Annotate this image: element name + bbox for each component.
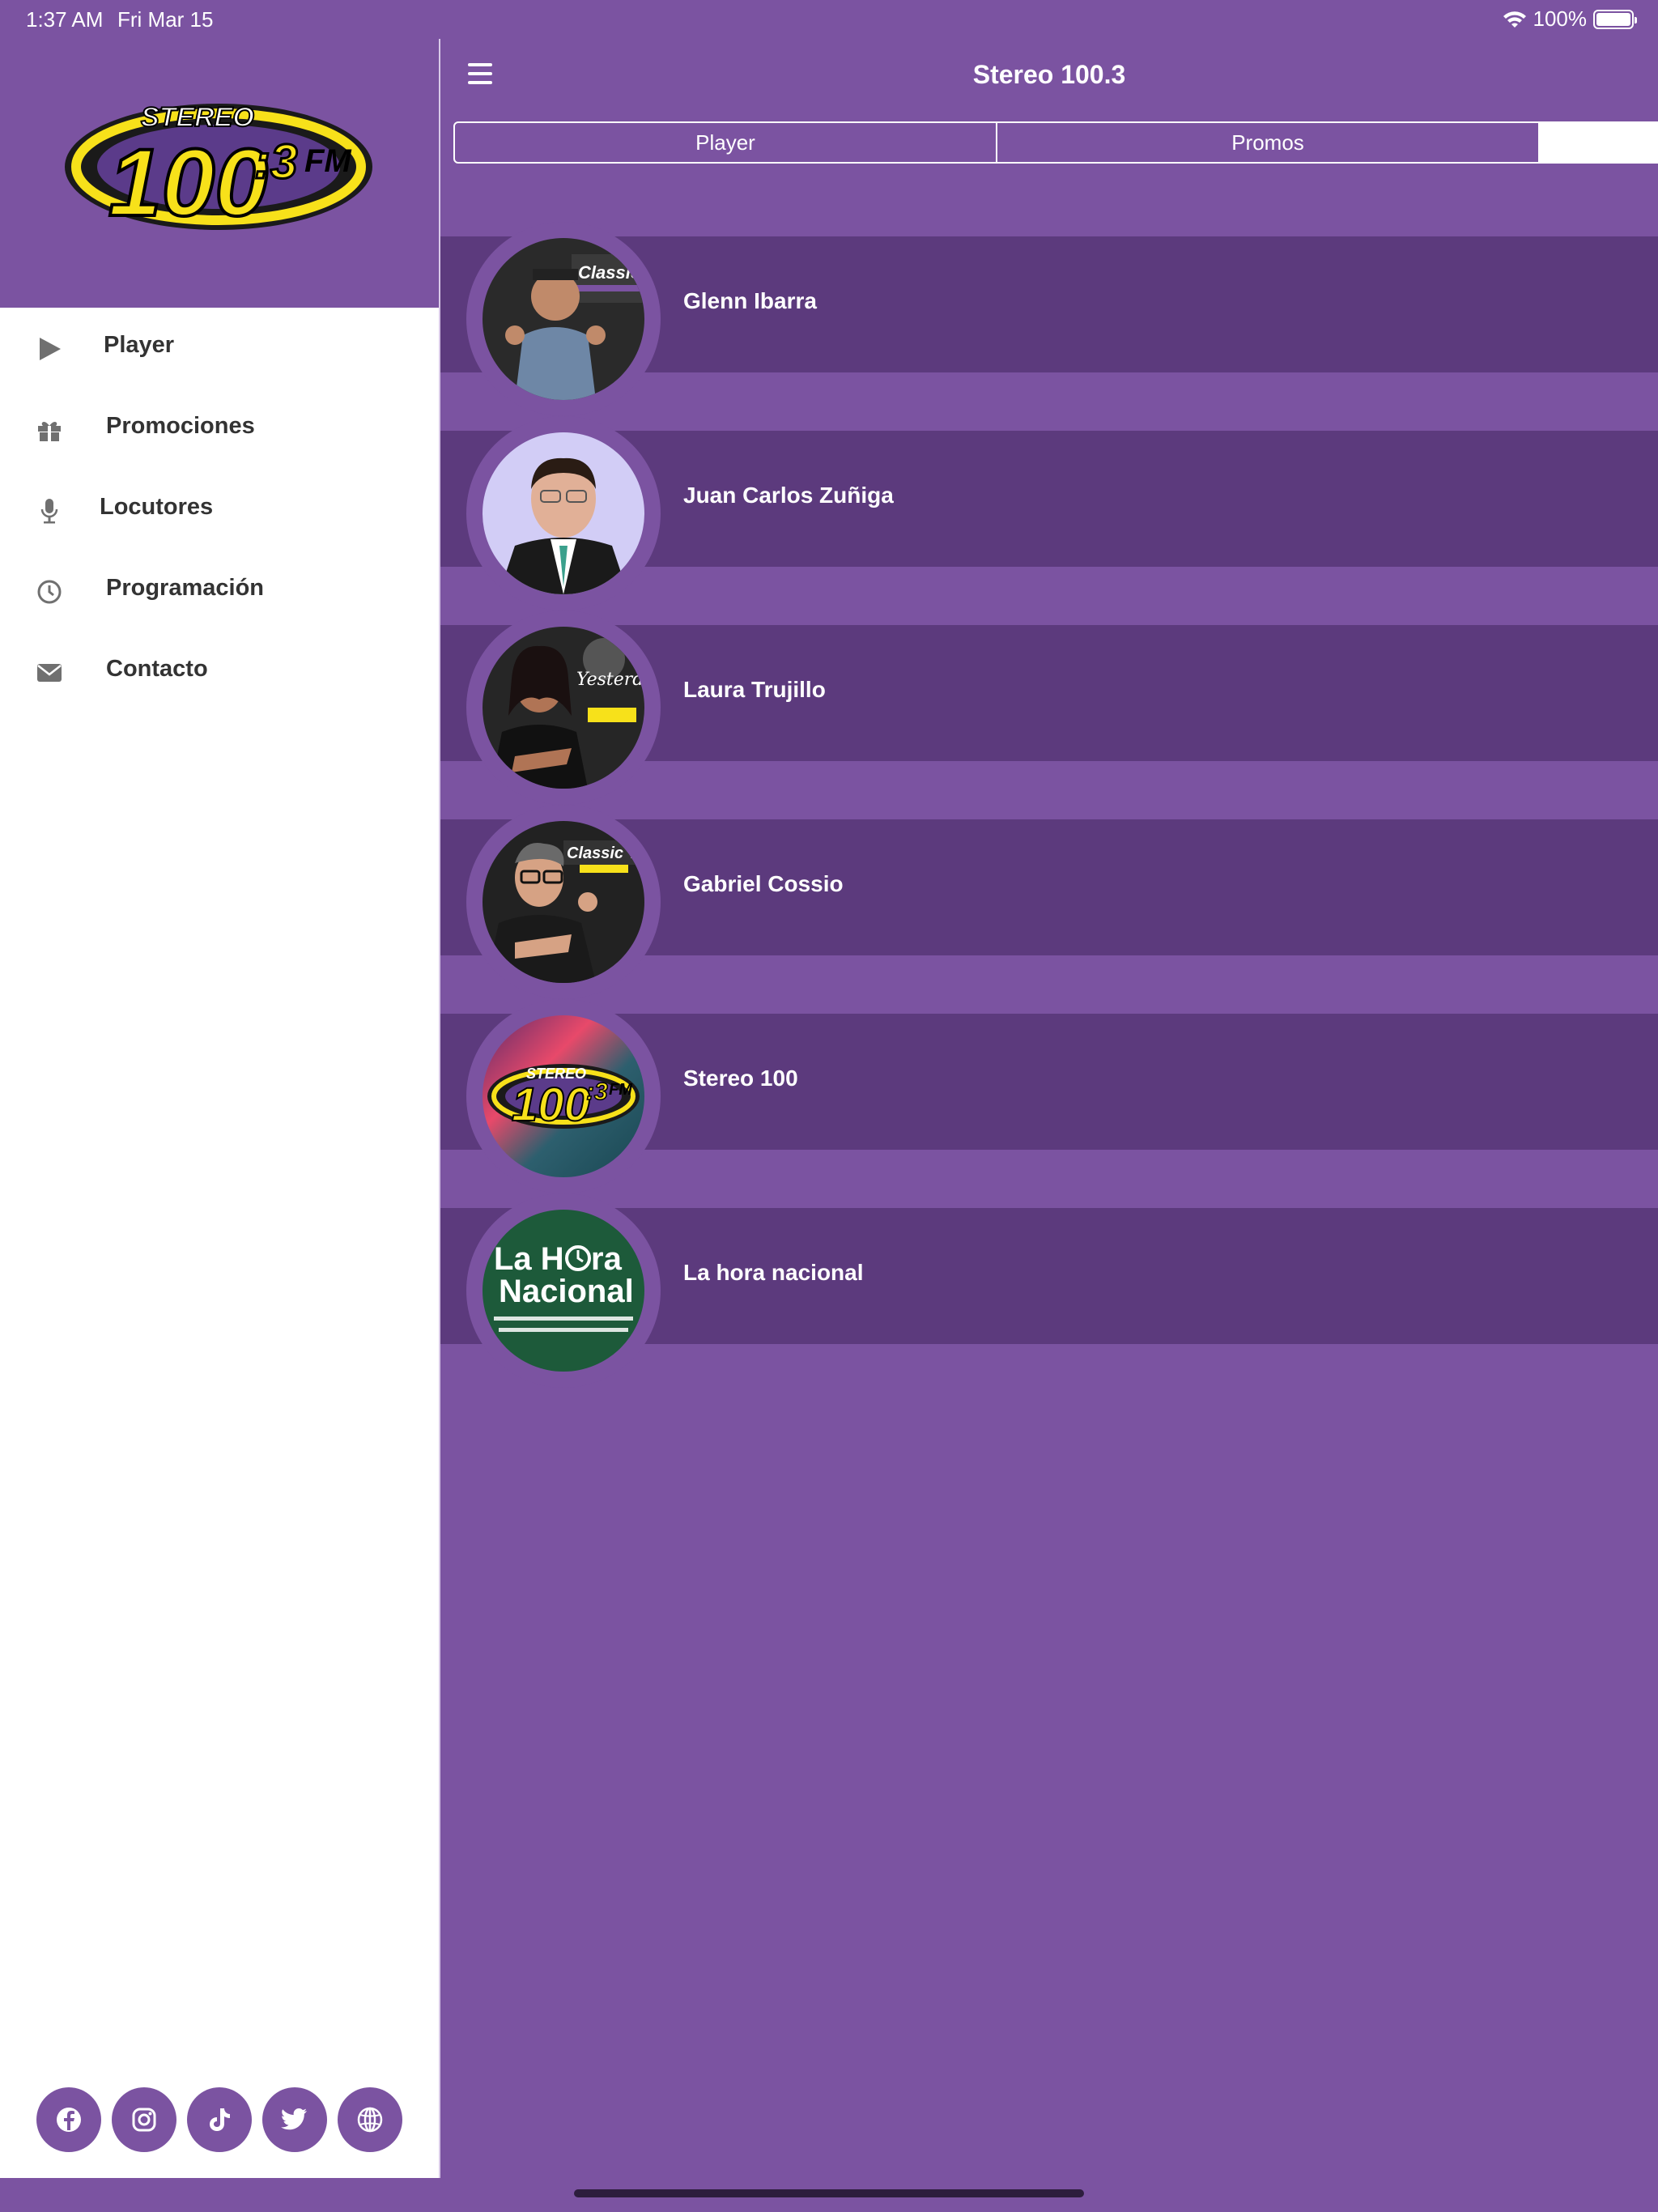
navigation-drawer: STEREO 100 :3 FM Player Promociones Locu… (0, 39, 439, 2178)
drawer-item-promociones[interactable]: Promociones (0, 397, 439, 462)
avatar-ring (466, 416, 661, 610)
avatar-ring: Classic Time (466, 805, 661, 999)
social-links (0, 2087, 439, 2155)
drawer-item-label: Contacto (106, 656, 208, 682)
avatar: Classic Time (483, 821, 644, 983)
svg-text:ra: ra (591, 1241, 623, 1277)
avatar-gabriel-cossio: Classic Time (483, 821, 644, 983)
svg-text:Classic Time: Classic Time (567, 844, 644, 862)
status-indicators: 100% (1503, 6, 1637, 32)
host-name: Juan Carlos Zuñiga (683, 483, 894, 508)
clock-icon (37, 580, 62, 604)
avatar-ring: Classic (466, 222, 661, 416)
twitter-icon (281, 2108, 307, 2130)
instagram-icon (132, 2108, 156, 2132)
logo-text-fm: FM (304, 143, 352, 179)
svg-text:Classic: Classic (578, 262, 640, 283)
logo-text-stereo: STEREO (141, 102, 254, 133)
drawer-item-locutores[interactable]: Locutores (0, 478, 439, 542)
svg-text:FM: FM (609, 1081, 633, 1099)
avatar: STEREO 100 :3 FM (483, 1015, 644, 1177)
list-item-juan-carlos-zuniga[interactable]: Juan Carlos Zuñiga (440, 416, 1658, 610)
instagram-button[interactable] (112, 2087, 176, 2152)
wifi-icon (1503, 11, 1526, 28)
svg-text:La H: La H (494, 1241, 564, 1277)
drawer-item-contacto[interactable]: Contacto (0, 640, 439, 704)
list-item-glenn-ibarra[interactable]: Classic Glenn Ibarra (440, 222, 1658, 416)
svg-text:100: 100 (512, 1078, 590, 1131)
app-screen: 1:37 AM Fri Mar 15 100% STEREO 100 :3 FM (0, 0, 1658, 2212)
envelope-icon (37, 664, 62, 682)
drawer-item-label: Programación (106, 575, 264, 601)
home-indicator[interactable] (574, 2189, 1084, 2197)
svg-text:Yesterday: Yesterday (576, 670, 644, 690)
facebook-icon (57, 2108, 81, 2132)
drawer-item-label: Player (104, 332, 175, 358)
microphone-icon (40, 499, 58, 524)
list-item-laura-trujillo[interactable]: Yesterday Laura Trujillo (440, 610, 1658, 805)
drawer-item-label: Locutores (100, 494, 214, 520)
host-name: Stereo 100 (683, 1066, 798, 1091)
avatar: La H ra Nacional (483, 1210, 644, 1372)
tiktok-icon (210, 2108, 230, 2131)
status-bar: 1:37 AM Fri Mar 15 100% (0, 0, 1658, 39)
avatar-stereo-100-logo: STEREO 100 :3 FM (483, 1015, 644, 1177)
host-name: Gabriel Cossio (683, 871, 844, 896)
battery-percent: 100% (1533, 6, 1588, 31)
avatar-ring: La H ra Nacional (466, 1193, 661, 1388)
tiktok-button[interactable] (187, 2087, 252, 2152)
svg-text:Nacional: Nacional (499, 1274, 634, 1309)
avatar-ring: STEREO 100 :3 FM (466, 999, 661, 1193)
segmented-tabs: Player Promos (453, 121, 1658, 164)
drawer-item-label: Promociones (106, 413, 255, 439)
avatar-la-hora-nacional-logo: La H ra Nacional (483, 1210, 644, 1372)
tab-locutores-selected[interactable] (1540, 121, 1658, 164)
host-name: Laura Trujillo (683, 677, 826, 702)
logo-text-100: 100 (108, 130, 268, 233)
website-button[interactable] (338, 2087, 402, 2152)
battery-icon (1593, 9, 1637, 29)
drawer-item-player[interactable]: Player (0, 316, 439, 381)
host-name: Glenn Ibarra (683, 288, 817, 313)
status-date: Fri Mar 15 (117, 7, 214, 32)
avatar (483, 432, 644, 594)
page-title: Stereo 100.3 (972, 60, 1126, 89)
avatar: Yesterday (483, 627, 644, 789)
avatar-ring: Yesterday (466, 610, 661, 805)
host-name: La hora nacional (683, 1260, 864, 1285)
status-time: 1:37 AM (26, 7, 104, 32)
stereo-100-3-logo: STEREO 100 :3 FM (65, 101, 372, 233)
play-icon (40, 338, 61, 360)
drawer-header: STEREO 100 :3 FM (0, 39, 439, 308)
tab-promos[interactable]: Promos (997, 121, 1540, 164)
avatar: Classic (483, 238, 644, 400)
avatar-juan-carlos-zuniga (483, 432, 644, 594)
drawer-item-programacion[interactable]: Programación (0, 559, 439, 623)
gift-icon (38, 421, 61, 441)
tab-player[interactable]: Player (453, 121, 997, 164)
facebook-button[interactable] (36, 2087, 101, 2152)
globe-icon (357, 2107, 383, 2133)
list-item-gabriel-cossio[interactable]: Classic Time Gabriel Cossio (440, 805, 1658, 999)
svg-text::3: :3 (586, 1078, 608, 1105)
avatar-glenn-ibarra: Classic (483, 238, 644, 400)
list-item-la-hora-nacional[interactable]: La H ra Nacional La hora nacional (440, 1193, 1658, 1388)
avatar-laura-trujillo: Yesterday (483, 627, 644, 789)
twitter-button[interactable] (262, 2087, 327, 2152)
main-content: Stereo 100.3 Player Promos Classic Glenn… (440, 39, 1658, 2212)
logo-text-3: :3 (254, 134, 297, 189)
list-item-stereo-100[interactable]: STEREO 100 :3 FM Stereo 100 (440, 999, 1658, 1193)
